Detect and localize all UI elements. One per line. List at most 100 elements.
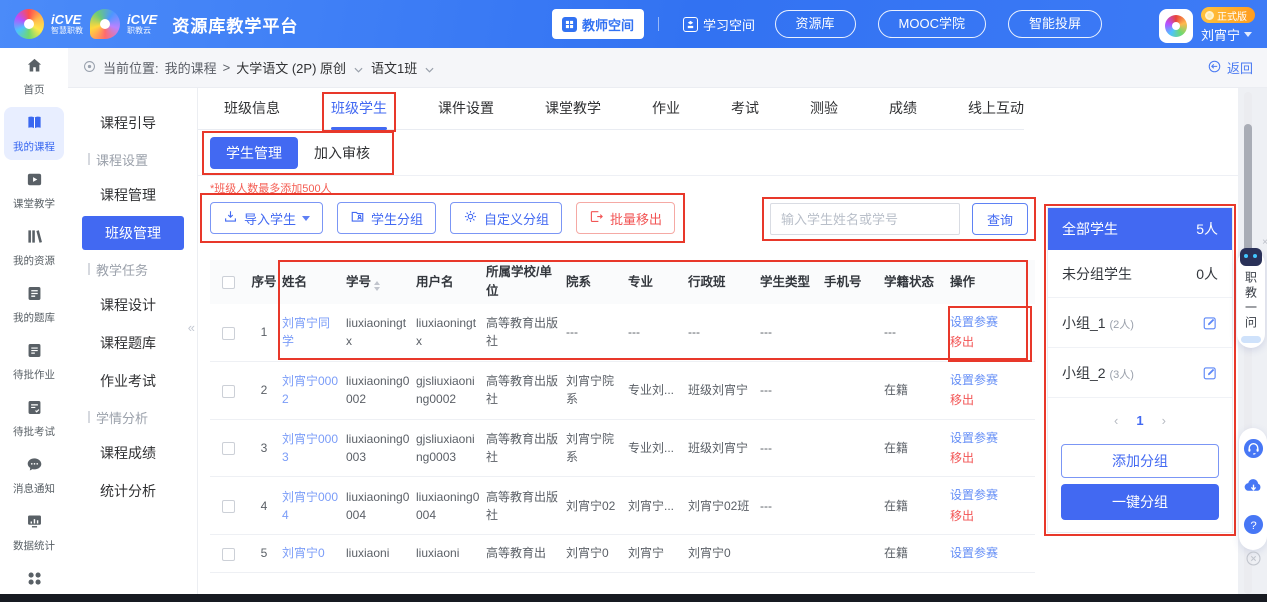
help-icon[interactable]: ? bbox=[1243, 514, 1264, 540]
student-subtab-0[interactable]: 学生管理 bbox=[210, 137, 298, 169]
sidebar-item-4[interactable]: 我的题库 bbox=[4, 278, 64, 331]
mooc-college-button[interactable]: MOOC学院 bbox=[878, 10, 986, 38]
course-menu-item-3[interactable]: 班级管理 bbox=[82, 216, 184, 250]
remove-link[interactable]: 移出 bbox=[950, 390, 1029, 410]
search-input[interactable] bbox=[770, 203, 960, 235]
course-menu-item-10[interactable]: 统计分析 bbox=[68, 472, 197, 510]
app-root: iCVE智慧职教 iCVE职教云 资源库教学平台 教师空间 学习空间 资源库 M… bbox=[0, 0, 1267, 602]
current-page[interactable]: 1 bbox=[1136, 413, 1143, 428]
course-menu-item-9[interactable]: 课程成绩 bbox=[68, 434, 197, 472]
set-contest-link[interactable]: 设置参赛 bbox=[950, 312, 1029, 332]
close-widgets-icon[interactable] bbox=[1245, 550, 1262, 567]
avatar[interactable] bbox=[1159, 9, 1193, 43]
set-contest-link[interactable]: 设置参赛 bbox=[950, 428, 1029, 448]
student-name-link[interactable]: 刘宵宁0003 bbox=[282, 432, 338, 464]
chevron-down-icon[interactable] bbox=[425, 61, 434, 76]
set-contest-link[interactable]: 设置参赛 bbox=[950, 485, 1029, 505]
row-checkbox[interactable] bbox=[210, 544, 246, 562]
class-tab-0[interactable]: 班级信息 bbox=[224, 88, 280, 130]
location-icon bbox=[82, 59, 97, 77]
import-icon bbox=[223, 209, 238, 227]
class-tab-4[interactable]: 作业 bbox=[652, 88, 680, 130]
row-index: 1 bbox=[246, 323, 282, 341]
breadcrumb-class[interactable]: 语文1班 bbox=[371, 58, 417, 77]
cell-student_type: --- bbox=[760, 323, 824, 341]
class-tab-5[interactable]: 考试 bbox=[731, 88, 759, 130]
remove-link[interactable]: 移出 bbox=[950, 332, 1029, 352]
row-checkbox[interactable] bbox=[210, 381, 246, 399]
edit-group-icon[interactable] bbox=[1202, 315, 1218, 331]
group-students-button[interactable]: 学生分组 bbox=[337, 202, 436, 234]
student-name-link[interactable]: 刘宵宁0002 bbox=[282, 374, 338, 406]
cell-department: 刘宵宁0 bbox=[566, 544, 628, 562]
query-button[interactable]: 查询 bbox=[972, 203, 1028, 235]
student-space-button[interactable]: 学习空间 bbox=[673, 9, 765, 39]
cell-student_no: liuxiaoning0004 bbox=[346, 488, 416, 524]
course-menu-item-7[interactable]: 作业考试 bbox=[68, 362, 197, 400]
group-row-0[interactable]: 小组_1 (2人) bbox=[1048, 298, 1232, 348]
course-menu-item-5[interactable]: 课程设计 bbox=[68, 286, 197, 324]
custom-group-button[interactable]: 自定义分组 bbox=[450, 202, 562, 234]
sidebar-item-1[interactable]: 我的课程 bbox=[4, 107, 64, 160]
sidebar-item-0[interactable]: 首页 bbox=[4, 50, 64, 103]
back-button[interactable]: 返回 bbox=[1207, 58, 1253, 77]
edit-group-icon[interactable] bbox=[1202, 365, 1218, 381]
collapse-menu-icon[interactable]: « bbox=[188, 320, 195, 335]
close-icon[interactable]: × bbox=[1262, 237, 1267, 248]
breadcrumb-course[interactable]: 大学语文 (2P) 原创 bbox=[236, 58, 346, 77]
ungrouped-students-row[interactable]: 未分组学生 0人 bbox=[1048, 250, 1232, 298]
select-all-checkbox[interactable] bbox=[210, 273, 246, 292]
user-menu[interactable]: 刘宵宁 bbox=[1201, 25, 1252, 44]
set-contest-link[interactable]: 设置参赛 bbox=[950, 543, 1029, 563]
customer-service-icon[interactable] bbox=[1243, 438, 1264, 464]
course-menu-item-0[interactable]: 课程引导 bbox=[68, 104, 197, 142]
sidebar-item-8[interactable]: 数据统计 bbox=[4, 506, 64, 559]
sidebar-item-2[interactable]: 课堂教学 bbox=[4, 164, 64, 217]
import-students-button[interactable]: 导入学生 bbox=[210, 202, 323, 234]
remove-link[interactable]: 移出 bbox=[950, 448, 1029, 468]
cell-student_type: --- bbox=[760, 381, 824, 399]
row-checkbox[interactable] bbox=[210, 323, 246, 341]
assistant-widget[interactable]: × 职教一问 bbox=[1237, 240, 1265, 348]
column-header-2[interactable]: 学号 bbox=[346, 273, 416, 292]
student-name-link[interactable]: 刘宵宁0 bbox=[282, 546, 325, 560]
student-name-link[interactable]: 刘宵宁0004 bbox=[282, 490, 338, 522]
all-students-row[interactable]: 全部学生 5人 bbox=[1048, 208, 1232, 250]
logo2-name: iCVE bbox=[127, 13, 157, 27]
set-contest-link[interactable]: 设置参赛 bbox=[950, 370, 1029, 390]
classroom-icon bbox=[26, 171, 43, 193]
sort-icon bbox=[374, 281, 380, 291]
download-icon[interactable] bbox=[1243, 476, 1264, 502]
breadcrumb-my-courses[interactable]: 我的课程 bbox=[165, 58, 217, 77]
class-tab-3[interactable]: 课堂教学 bbox=[545, 88, 601, 130]
class-tab-8[interactable]: 线上互动 bbox=[968, 88, 1024, 130]
add-group-button[interactable]: 添加分组 bbox=[1061, 444, 1219, 478]
course-menu-item-2[interactable]: 课程管理 bbox=[68, 176, 197, 214]
resource-library-button[interactable]: 资源库 bbox=[775, 10, 856, 38]
brand: iCVE智慧职教 iCVE职教云 资源库教学平台 bbox=[14, 0, 298, 48]
student-name-link[interactable]: 刘宵宁同学 bbox=[282, 316, 330, 348]
auto-group-button[interactable]: 一键分组 bbox=[1061, 484, 1219, 520]
class-tabs-row: 班级信息 班级学生 课件设置 课堂教学 作业 考试 测验 成绩 线上互动 bbox=[198, 88, 1024, 130]
row-index: 2 bbox=[246, 381, 282, 399]
smart-casting-button[interactable]: 智能投屏 bbox=[1008, 10, 1102, 38]
class-tab-7[interactable]: 成绩 bbox=[889, 88, 917, 130]
group-row-1[interactable]: 小组_2 (3人) bbox=[1048, 348, 1232, 398]
batch-remove-button[interactable]: 批量移出 bbox=[576, 202, 675, 234]
class-tab-2[interactable]: 课件设置 bbox=[438, 88, 494, 130]
next-page-icon[interactable]: › bbox=[1162, 413, 1166, 428]
class-tab-1[interactable]: 班级学生 bbox=[331, 88, 387, 130]
row-checkbox[interactable] bbox=[210, 497, 246, 515]
prev-page-icon[interactable]: ‹ bbox=[1114, 413, 1118, 428]
sidebar-item-6[interactable]: 待批考试 bbox=[4, 392, 64, 445]
course-menu-item-6[interactable]: 课程题库 bbox=[68, 324, 197, 362]
sidebar-item-5[interactable]: 待批作业 bbox=[4, 335, 64, 388]
sidebar-item-7[interactable]: 消息通知 bbox=[4, 449, 64, 502]
student-subtab-1[interactable]: 加入审核 bbox=[298, 137, 386, 169]
sidebar-item-3[interactable]: 我的资源 bbox=[4, 221, 64, 274]
chevron-down-icon[interactable] bbox=[354, 61, 363, 76]
class-tab-6[interactable]: 测验 bbox=[810, 88, 838, 130]
remove-link[interactable]: 移出 bbox=[950, 506, 1029, 526]
teacher-space-button[interactable]: 教师空间 bbox=[552, 9, 644, 39]
row-checkbox[interactable] bbox=[210, 439, 246, 457]
